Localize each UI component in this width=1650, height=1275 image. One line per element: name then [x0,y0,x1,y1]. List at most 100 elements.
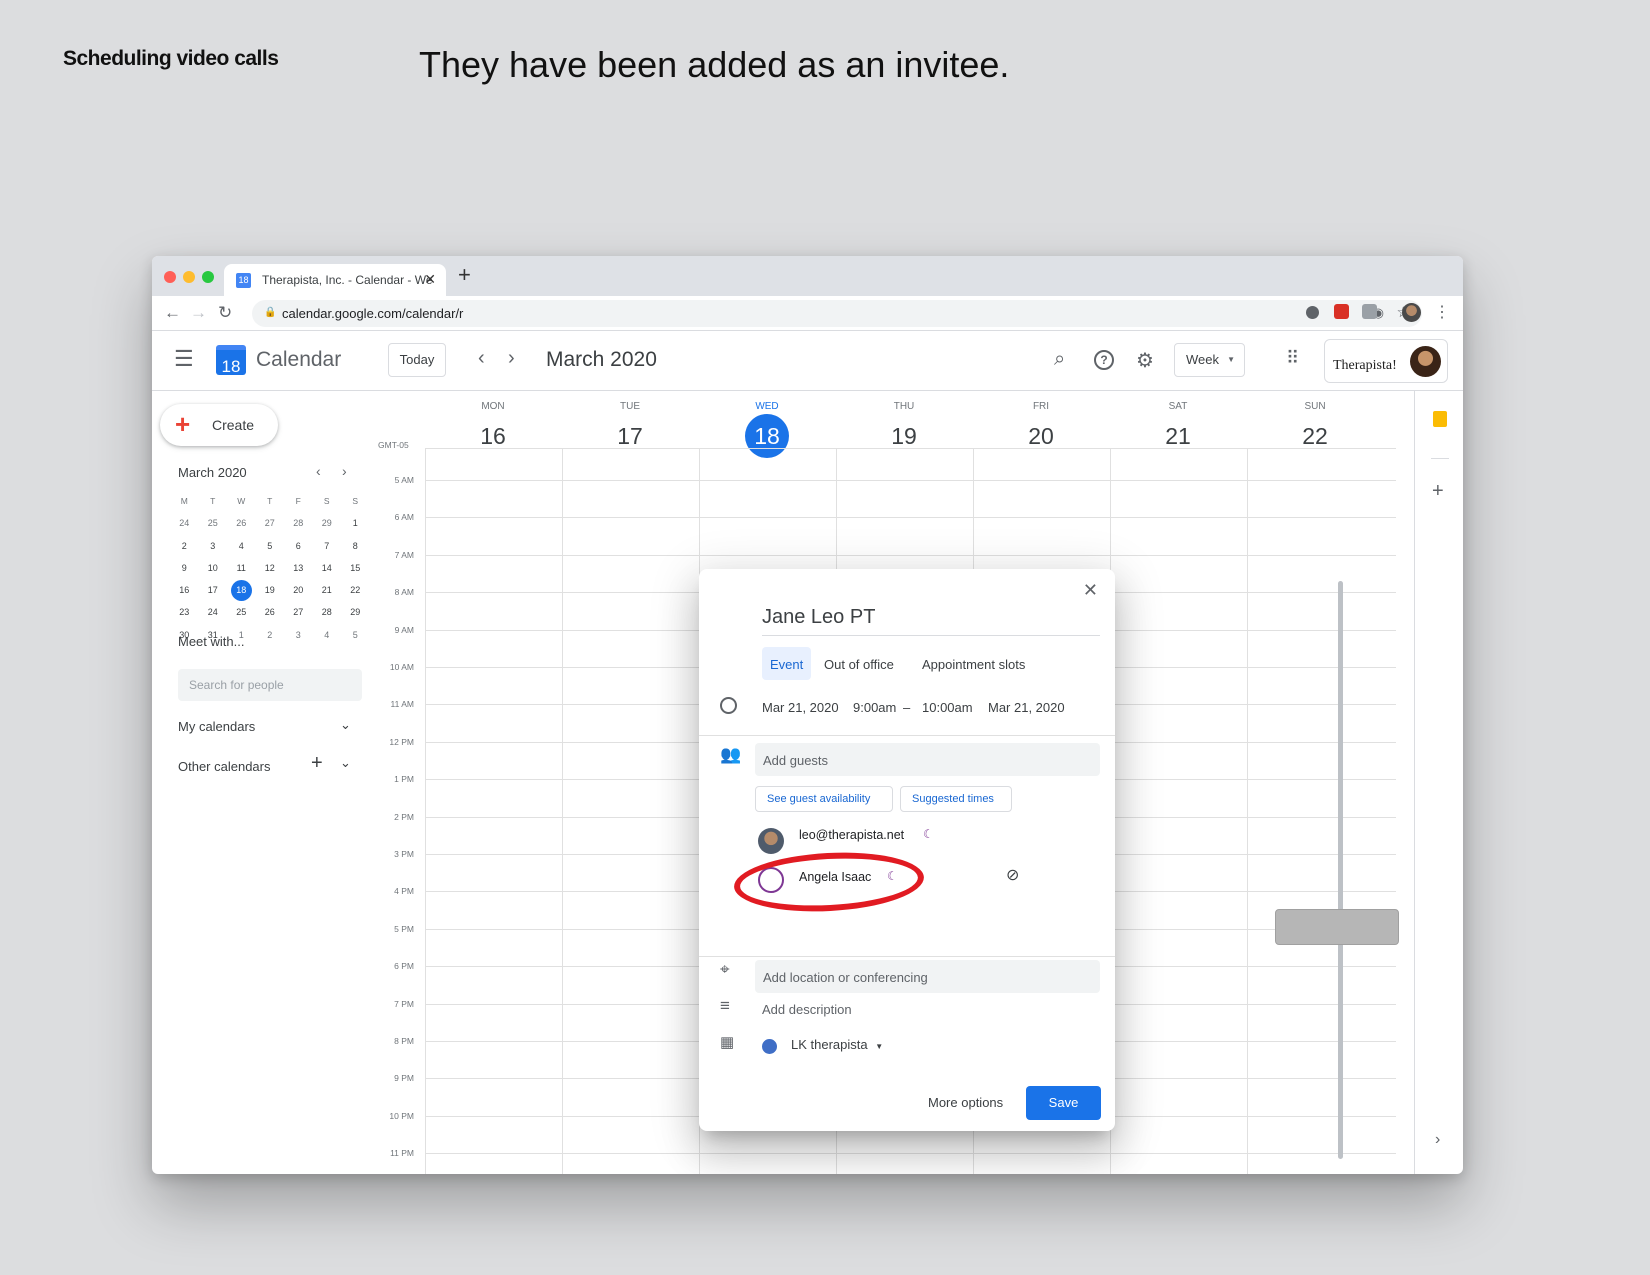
end-time[interactable]: 10:00am [922,700,973,715]
mini-day[interactable]: 17 [199,580,228,602]
day-header[interactable]: FRI 20 [973,391,1109,456]
mini-day[interactable]: 28 [284,513,313,535]
see-guest-availability-button[interactable]: See guest availability [755,786,893,812]
apps-grid-icon[interactable]: ⠿ [1286,348,1299,369]
mini-day[interactable]: 5 [256,536,285,558]
mini-day[interactable]: 21 [313,580,342,602]
mini-day[interactable]: 14 [313,558,342,580]
mini-day[interactable]: 16 [170,580,199,602]
tab-close-icon[interactable]: ✕ [424,271,436,288]
add-addon-icon[interactable]: + [1432,480,1444,503]
view-switcher[interactable]: Week ▼ [1174,343,1245,377]
mini-day[interactable]: 19 [256,580,285,602]
chevron-down-icon[interactable]: ⌄ [340,717,351,733]
location-input[interactable]: Add location or conferencing [755,960,1100,993]
add-guests-input[interactable]: Add guests [755,743,1100,776]
mini-day[interactable]: 6 [284,536,313,558]
mini-day[interactable]: 26 [256,602,285,624]
day-number[interactable]: 16 [425,416,561,456]
my-calendars-toggle[interactable]: My calendars [178,719,255,734]
mini-day[interactable]: 22 [341,580,370,602]
close-window-dot[interactable] [164,271,176,283]
gear-icon[interactable]: ⚙ [1136,348,1154,373]
mini-day[interactable]: 23 [170,602,199,624]
day-header[interactable]: SAT 21 [1110,391,1246,456]
mini-day[interactable]: 3 [199,536,228,558]
extension-icon[interactable] [1306,306,1319,319]
minimize-window-dot[interactable] [183,271,195,283]
account-brand[interactable]: Therapista! [1324,339,1448,383]
mini-day[interactable]: 4 [313,625,342,647]
mini-day[interactable]: 18 [227,580,256,602]
hide-guest-list-icon[interactable]: ⊘ [1006,865,1019,885]
mini-day[interactable]: 27 [256,513,285,535]
day-header[interactable]: THU 19 [836,391,972,456]
new-tab-icon[interactable]: + [458,262,471,288]
url-input[interactable]: 🔒 calendar.google.com/calendar/r ◉ ☆ [252,300,1422,327]
start-time[interactable]: 9:00am [853,700,896,715]
people-search-input[interactable]: Search for people [178,669,362,701]
main-menu-icon[interactable]: ☰ [174,346,194,372]
mini-day[interactable]: 15 [341,558,370,580]
extension-icon[interactable] [1334,304,1349,319]
next-week-icon[interactable]: › [508,347,515,370]
search-icon[interactable]: ⌕ [1054,348,1065,371]
mini-day[interactable]: 4 [227,536,256,558]
day-number[interactable]: 22 [1247,416,1383,456]
other-calendars-toggle[interactable]: Other calendars [178,759,271,774]
close-icon[interactable]: ✕ [1083,580,1098,601]
previous-week-icon[interactable]: ‹ [478,347,485,370]
mini-day[interactable]: 8 [341,536,370,558]
mini-day[interactable]: 9 [170,558,199,580]
mini-day[interactable]: 10 [199,558,228,580]
keep-icon[interactable] [1433,411,1447,427]
grid-scrollbar[interactable] [1338,581,1343,1159]
day-header[interactable]: SUN 22 [1247,391,1383,456]
mini-day[interactable]: 26 [227,513,256,535]
more-options-button[interactable]: More options [928,1095,1003,1110]
day-number[interactable]: 17 [562,416,698,456]
mini-day[interactable]: 25 [199,513,228,535]
mini-day[interactable]: 28 [313,602,342,624]
tab-out-of-office[interactable]: Out of office [816,647,902,680]
day-header[interactable]: TUE 17 [562,391,698,456]
suggested-times-button[interactable]: Suggested times [900,786,1012,812]
mini-day[interactable]: 2 [170,536,199,558]
day-number[interactable]: 18 [745,414,789,458]
mini-day[interactable]: 12 [256,558,285,580]
mini-day[interactable]: 29 [341,602,370,624]
end-date[interactable]: Mar 21, 2020 [988,700,1065,715]
profile-avatar[interactable] [1402,303,1421,322]
start-date[interactable]: Mar 21, 2020 [762,700,839,715]
mini-day[interactable]: 29 [313,513,342,535]
forward-icon[interactable]: → [190,303,207,323]
tab-event[interactable]: Event [762,647,812,680]
mini-day[interactable]: 24 [199,602,228,624]
create-button[interactable]: + Create [160,404,278,446]
mini-prev-icon[interactable]: ‹ [316,463,321,479]
event-title-input[interactable]: Jane Leo PT [762,606,1100,636]
back-icon[interactable]: ← [164,303,181,323]
mini-day[interactable]: 25 [227,602,256,624]
day-number[interactable]: 19 [836,416,972,456]
mini-day[interactable]: 2 [256,625,285,647]
add-calendar-icon[interactable]: + [311,752,323,775]
mini-day[interactable]: 20 [284,580,313,602]
mini-day[interactable]: 3 [284,625,313,647]
maximize-window-dot[interactable] [202,271,214,283]
expand-panel-icon[interactable]: › [1435,1131,1440,1149]
save-button[interactable]: Save [1026,1086,1101,1120]
calendar-select[interactable]: LK therapista ▼ [791,1037,883,1052]
mini-day[interactable]: 11 [227,558,256,580]
mini-day[interactable]: 27 [284,602,313,624]
chevron-down-icon[interactable]: ⌄ [340,755,351,771]
mini-day[interactable]: 1 [341,513,370,535]
browser-menu-icon[interactable]: ⋮ [1434,302,1450,322]
day-header[interactable]: MON 16 [425,391,561,456]
mini-day[interactable]: 5 [341,625,370,647]
tab-appointment-slots[interactable]: Appointment slots [914,647,1033,680]
description-input[interactable]: Add description [762,1002,852,1017]
mini-next-icon[interactable]: › [342,463,347,479]
extension-icon[interactable] [1362,304,1377,319]
mini-day[interactable]: 24 [170,513,199,535]
